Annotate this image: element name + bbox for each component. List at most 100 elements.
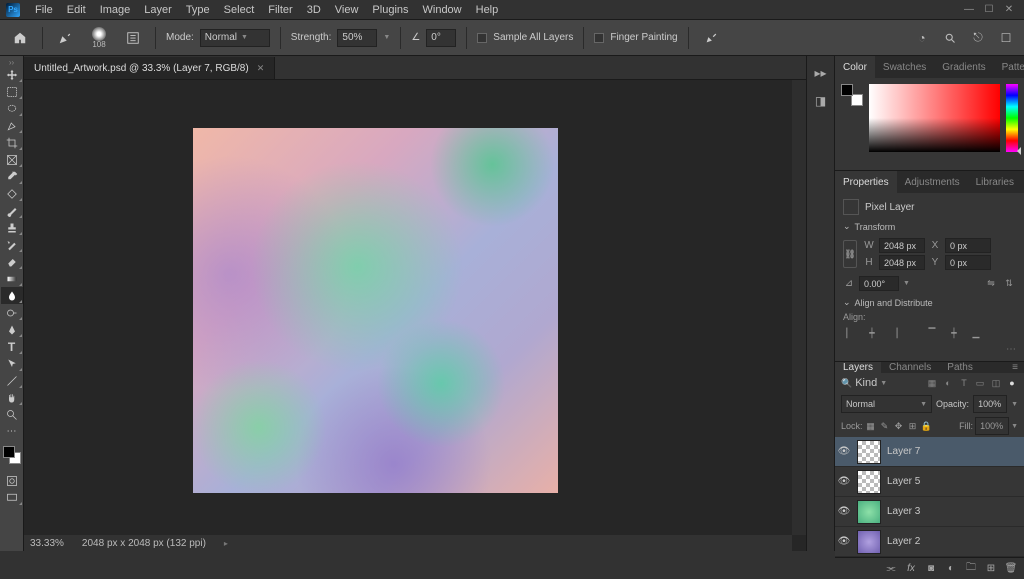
vertical-scrollbar[interactable] [792,80,806,535]
path-select-tool[interactable] [1,355,23,372]
menu-type[interactable]: Type [179,4,217,16]
layer-name[interactable]: Layer 3 [887,506,920,517]
flip-horizontal-icon[interactable]: ⇋ [984,277,998,291]
menu-plugins[interactable]: Plugins [365,4,415,16]
height-field[interactable]: 2048 px [879,255,925,270]
zoom-level[interactable]: 33.33% [30,538,64,549]
align-top-icon[interactable]: ▔ [925,326,939,340]
window-close[interactable]: ✕ [1000,3,1018,17]
layer-row[interactable]: 👁 Layer 2 [835,527,1024,557]
mode-dropdown[interactable]: Normal▼ [200,29,270,47]
layer-name[interactable]: Layer 5 [887,476,920,487]
canvas[interactable] [193,128,558,493]
layer-thumbnail[interactable] [857,500,881,524]
document-tab[interactable]: Untitled_Artwork.psd @ 33.3% (Layer 7, R… [24,57,275,79]
x-field[interactable]: 0 px [945,238,991,253]
align-right-icon[interactable]: ▕ [887,326,901,340]
new-layer-icon[interactable]: ⊞ [984,562,998,576]
link-layers-icon[interactable]: ⫘ [884,562,898,576]
layer-style-icon[interactable]: fx [904,562,918,576]
visibility-toggle[interactable]: 👁 [837,446,851,457]
brush-settings-button[interactable] [121,26,145,50]
frame-tool[interactable] [1,151,23,168]
window-maximize[interactable]: ☐ [980,3,998,17]
dock-panel-icon[interactable]: ◨ [812,92,830,110]
foreground-color[interactable] [3,446,15,458]
opacity-field[interactable]: 100% [973,395,1007,413]
link-wh-icon[interactable]: ⛓ [843,240,857,268]
flip-vertical-icon[interactable]: ⇅ [1002,277,1016,291]
menu-help[interactable]: Help [469,4,506,16]
smudge-tool[interactable] [1,287,23,304]
color-picker[interactable] [869,84,1000,152]
hand-tool[interactable] [1,389,23,406]
lock-transparency-icon[interactable]: ▦ [865,420,877,432]
menu-layer[interactable]: Layer [137,4,179,16]
lock-artboard-icon[interactable]: ⊞ [907,420,919,432]
toolbar-expand[interactable]: ›› [0,58,23,66]
tab-color[interactable]: Color [835,56,875,78]
menu-edit[interactable]: Edit [60,4,93,16]
sample-all-checkbox[interactable] [477,33,487,43]
align-disclosure[interactable]: ⌄Align and Distribute [843,297,1016,308]
finger-painting-checkbox[interactable] [594,33,604,43]
layer-thumbnail[interactable] [857,440,881,464]
fill-field[interactable]: 100% [975,417,1009,435]
transform-disclosure[interactable]: ⌄Transform [843,221,1016,232]
more-options-icon[interactable]: ⋯ [843,344,1016,355]
angle-field[interactable]: 0° [426,29,456,47]
gradient-tool[interactable] [1,270,23,287]
layer-thumbnail[interactable] [857,530,881,554]
layer-row[interactable]: 👁 Layer 7 [835,437,1024,467]
delete-layer-icon[interactable]: 🗑 [1004,562,1018,576]
tab-patterns[interactable]: Patterns [994,56,1024,78]
pen-tool[interactable] [1,321,23,338]
type-tool[interactable]: T [1,338,23,355]
layer-thumbnail[interactable] [857,470,881,494]
layer-name[interactable]: Layer 7 [887,446,920,457]
tab-properties[interactable]: Properties [835,171,897,193]
menu-filter[interactable]: Filter [261,4,299,16]
canvas-area[interactable] [24,80,806,551]
stamp-tool[interactable] [1,219,23,236]
search-button[interactable] [940,28,960,48]
close-tab-icon[interactable]: ✕ [257,63,265,74]
width-field[interactable]: 2048 px [879,238,925,253]
group-icon[interactable]: 🗀 [964,562,978,576]
tab-layers[interactable]: Layers [835,362,881,373]
layer-mask-icon[interactable]: ◙ [924,562,938,576]
zoom-tool[interactable] [1,406,23,423]
brush-preset-picker[interactable]: 108 [83,23,115,53]
crop-tool[interactable] [1,134,23,151]
cloud-docs-button[interactable]: ◔ [912,28,932,48]
visibility-toggle[interactable]: 👁 [837,536,851,547]
layer-row[interactable]: 👁 Layer 3 [835,497,1024,527]
tab-adjustments[interactable]: Adjustments [897,171,968,193]
quick-mask-toggle[interactable] [1,472,23,489]
menu-file[interactable]: File [28,4,60,16]
color-fgbg[interactable] [841,84,863,106]
doc-dimensions[interactable]: 2048 px x 2048 px (132 ppi) [82,538,206,549]
shape-tool[interactable] [1,372,23,389]
move-tool[interactable] [1,66,23,83]
lock-all-icon[interactable]: 🔒 [921,420,933,432]
tab-swatches[interactable]: Swatches [875,56,934,78]
lasso-tool[interactable] [1,100,23,117]
dodge-tool[interactable] [1,304,23,321]
dock-expand-icon[interactable]: ▸▸ [812,64,830,82]
menu-select[interactable]: Select [217,4,262,16]
tab-paths[interactable]: Paths [939,362,981,373]
pressure-size-button[interactable] [699,26,723,50]
align-center-h-icon[interactable]: ┿ [865,326,879,340]
quick-select-tool[interactable] [1,117,23,134]
menu-view[interactable]: View [328,4,366,16]
layer-name[interactable]: Layer 2 [887,536,920,547]
panel-menu-icon[interactable]: ≡ [1006,362,1024,373]
screen-mode-toggle[interactable] [1,489,23,506]
workspace-switcher[interactable]: ☐ [996,28,1016,48]
eyedropper-tool[interactable] [1,168,23,185]
strength-field[interactable]: 50% [337,29,377,47]
filter-type-icon[interactable]: T [958,377,970,389]
filter-shape-icon[interactable]: ▭ [974,377,986,389]
adjustment-layer-icon[interactable]: ◐ [944,562,958,576]
